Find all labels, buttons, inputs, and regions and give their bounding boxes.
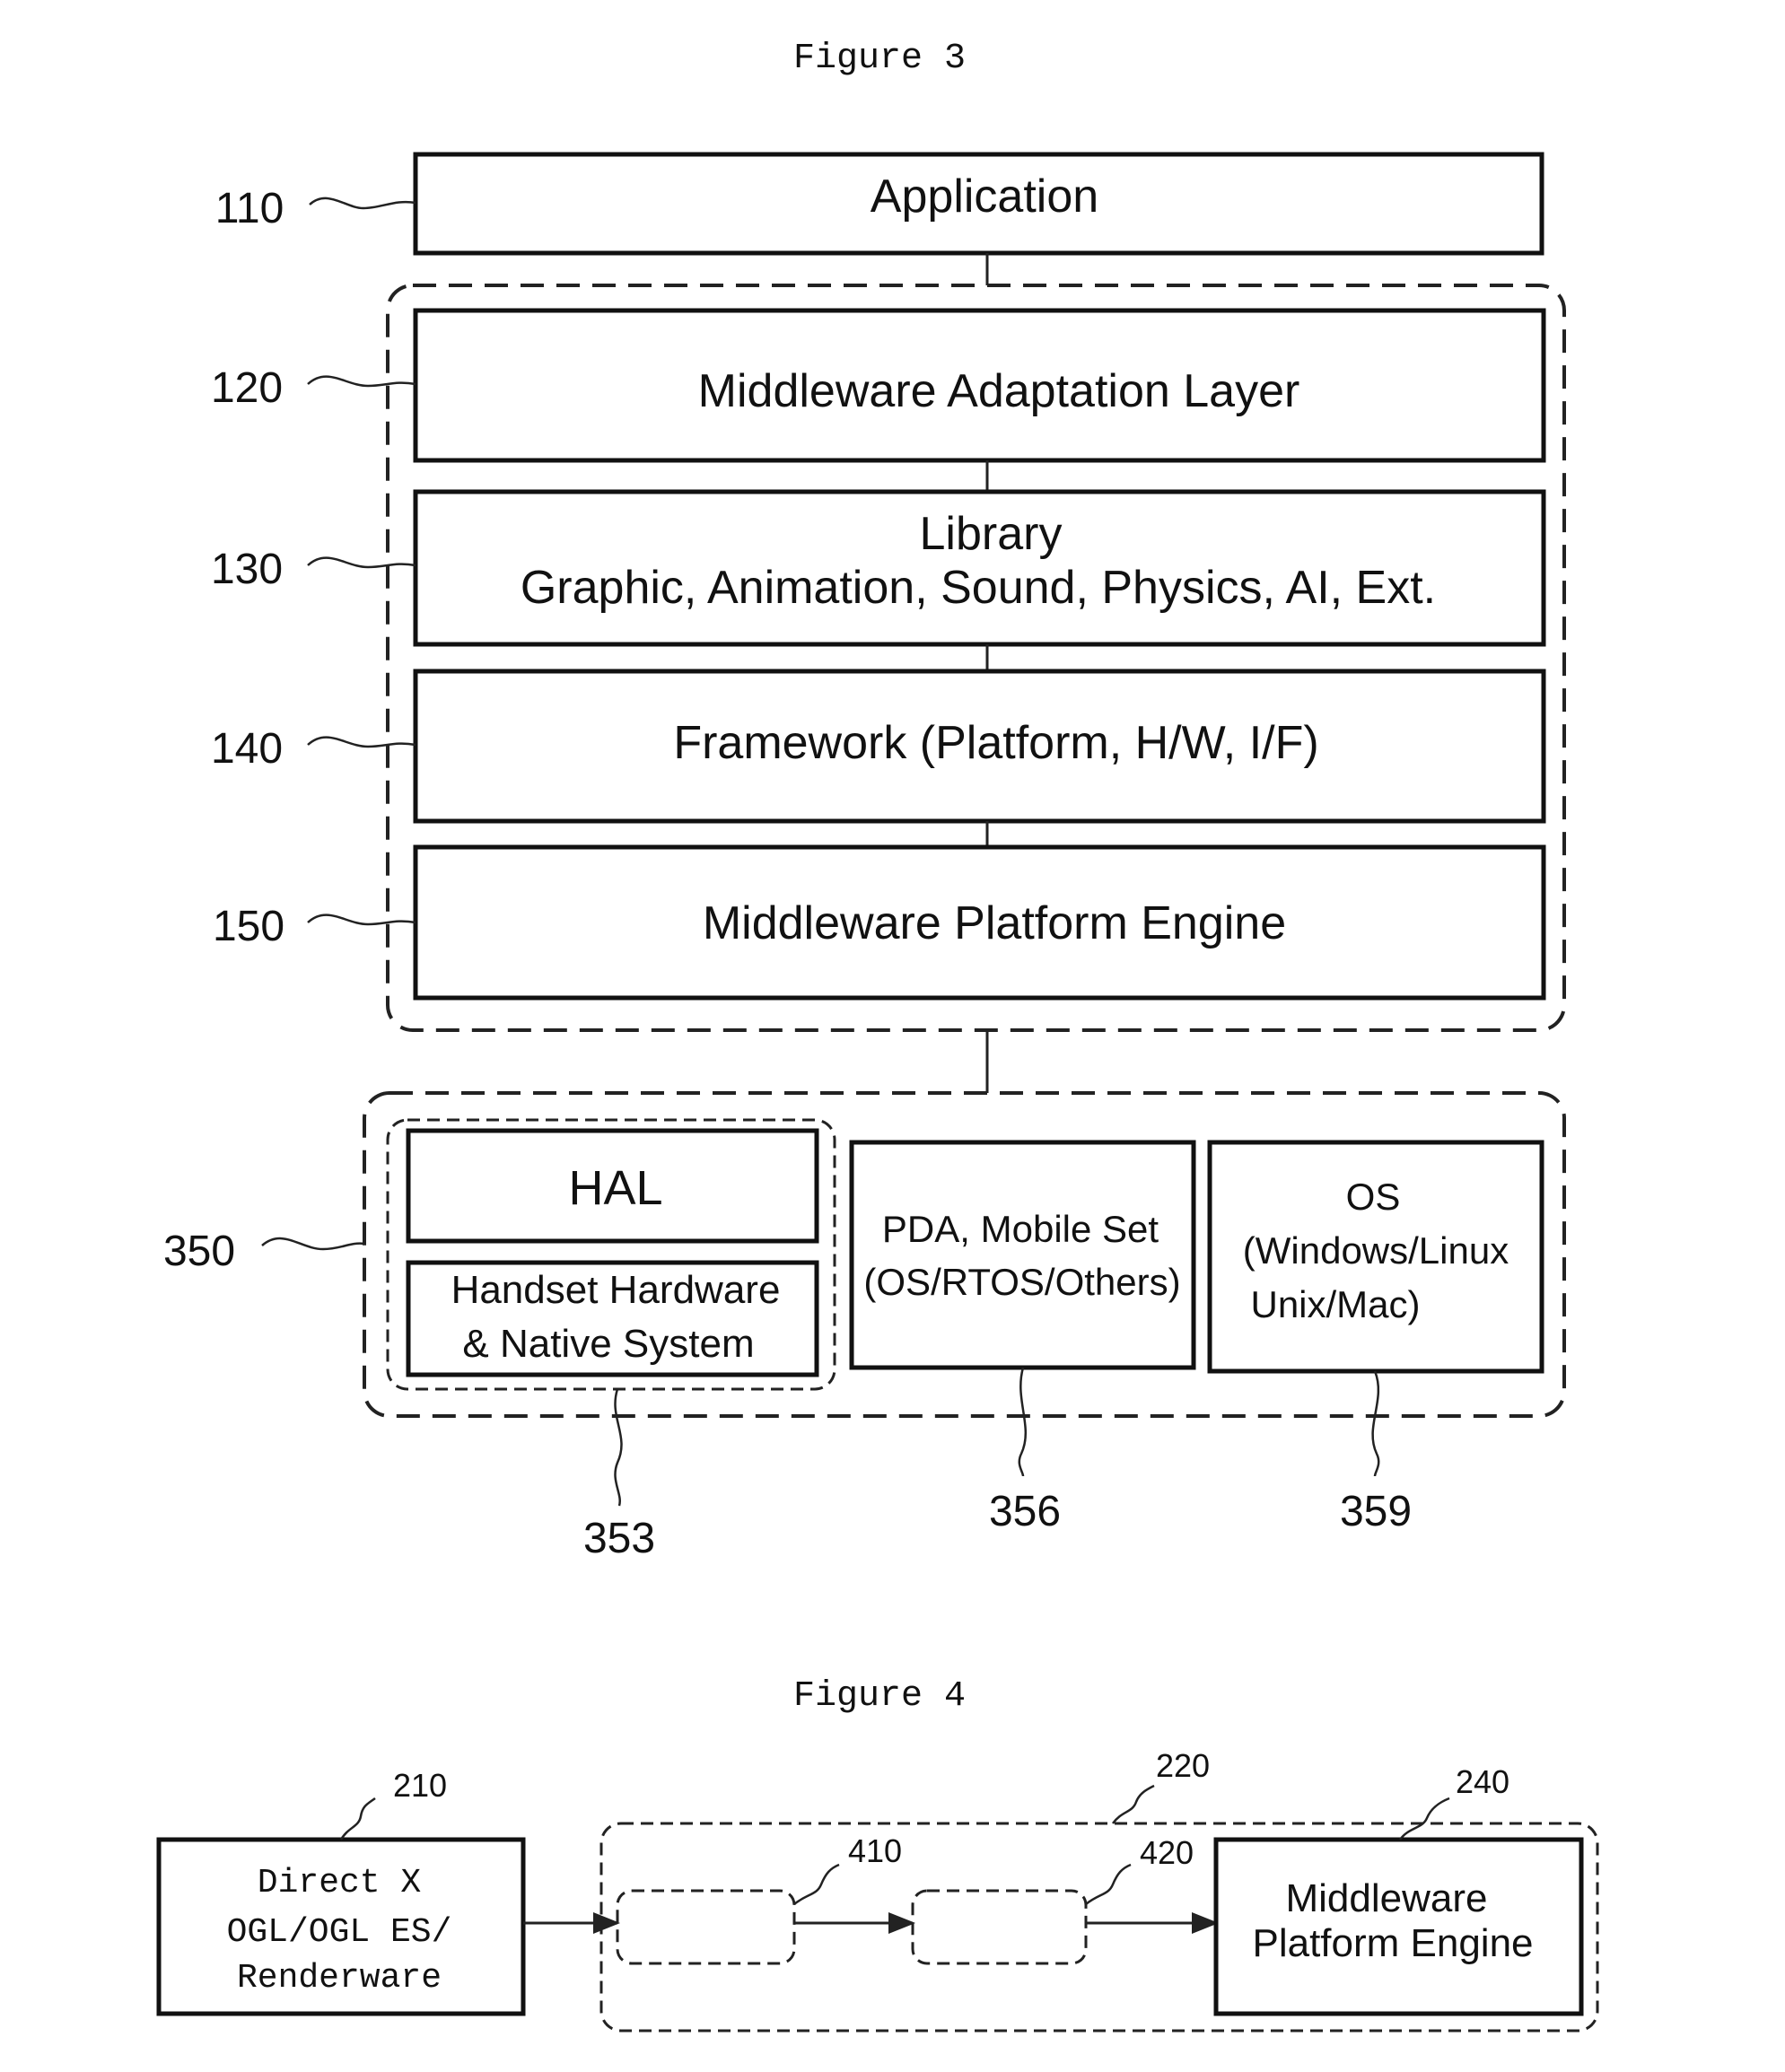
handset-line1: Handset Hardware xyxy=(451,1268,781,1312)
leader-240 xyxy=(1398,1797,1450,1840)
stage-410-box xyxy=(616,1889,796,1965)
library-components: Graphic, Animation, Sound, Physics, AI, … xyxy=(521,562,1436,614)
middleware-platform-engine-box: Middleware Platform Engine xyxy=(1213,1837,1584,2016)
leader-140 xyxy=(307,736,416,748)
middleware-platform-engine-layer: Middleware Platform Engine xyxy=(413,844,1546,1001)
source-line3: Renderware xyxy=(237,1959,442,1998)
handset-line2: & Native System xyxy=(462,1322,754,1366)
figure3-title: Figure 3 xyxy=(793,39,966,79)
ref-130: 130 xyxy=(211,546,283,593)
ref-220: 220 xyxy=(1156,1747,1210,1784)
engine-line1: Middleware xyxy=(1286,1876,1488,1920)
leader-410 xyxy=(793,1863,840,1905)
pda-box: PDA, Mobile Set (OS/RTOS/Others) xyxy=(849,1140,1196,1370)
ref-420: 420 xyxy=(1140,1834,1194,1871)
source-line1: Direct X xyxy=(258,1864,422,1902)
ref-350: 350 xyxy=(163,1228,235,1275)
ref-240: 240 xyxy=(1456,1763,1509,1800)
graphics-api-box: Direct X OGL/OGL ES/ Renderware xyxy=(156,1837,526,2016)
middleware-adaptation-layer: Middleware Adaptation Layer xyxy=(413,308,1546,463)
pda-line1: PDA, Mobile Set xyxy=(882,1208,1159,1250)
hal-label: HAL xyxy=(568,1161,662,1215)
mal-label: Middleware Adaptation Layer xyxy=(698,365,1300,417)
application-layer: Application xyxy=(413,152,1544,256)
handset-hardware-box: Handset Hardware & Native System xyxy=(406,1260,819,1377)
os-line3: Unix/Mac) xyxy=(1250,1283,1420,1325)
os-line2: (Windows/Linux xyxy=(1243,1229,1509,1272)
ref-356: 356 xyxy=(989,1488,1061,1535)
library-title: Library xyxy=(920,508,1063,560)
patent-figures: Figure 3 Application 110 Middleware Adap… xyxy=(156,39,1599,2033)
source-line2: OGL/OGL ES/ xyxy=(227,1913,452,1952)
ref-120: 120 xyxy=(211,364,283,412)
pda-line2: (OS/RTOS/Others) xyxy=(863,1261,1180,1303)
leader-350 xyxy=(261,1237,365,1251)
mpe-label: Middleware Platform Engine xyxy=(703,897,1286,949)
ref-410: 410 xyxy=(848,1832,902,1869)
ref-150: 150 xyxy=(213,903,284,950)
leader-150 xyxy=(307,914,416,926)
leader-210 xyxy=(339,1797,376,1840)
ref-353: 353 xyxy=(583,1515,655,1562)
leader-220 xyxy=(1111,1784,1155,1824)
leader-353 xyxy=(614,1388,623,1507)
library-layer: Library Graphic, Animation, Sound, Physi… xyxy=(413,489,1546,647)
os-box: OS (Windows/Linux Unix/Mac) xyxy=(1207,1140,1544,1374)
hal-box: HAL xyxy=(406,1128,819,1244)
application-label: Application xyxy=(871,170,1098,223)
os-line1: OS xyxy=(1346,1176,1401,1218)
leader-420 xyxy=(1085,1863,1132,1905)
leader-359 xyxy=(1371,1370,1380,1477)
leader-130 xyxy=(307,556,416,569)
ref-359: 359 xyxy=(1340,1488,1412,1535)
stage-420-box xyxy=(911,1889,1088,1965)
framework-label: Framework (Platform, H/W, I/F) xyxy=(673,717,1318,769)
framework-layer: Framework (Platform, H/W, I/F) xyxy=(413,669,1546,824)
figure4-title: Figure 4 xyxy=(793,1676,966,1717)
leader-110 xyxy=(309,197,416,210)
engine-line2: Platform Engine xyxy=(1252,1921,1533,1965)
leader-356 xyxy=(1018,1367,1028,1477)
ref-140: 140 xyxy=(211,725,283,773)
ref-110: 110 xyxy=(215,185,284,232)
leader-120 xyxy=(307,375,416,388)
ref-210: 210 xyxy=(393,1767,447,1804)
